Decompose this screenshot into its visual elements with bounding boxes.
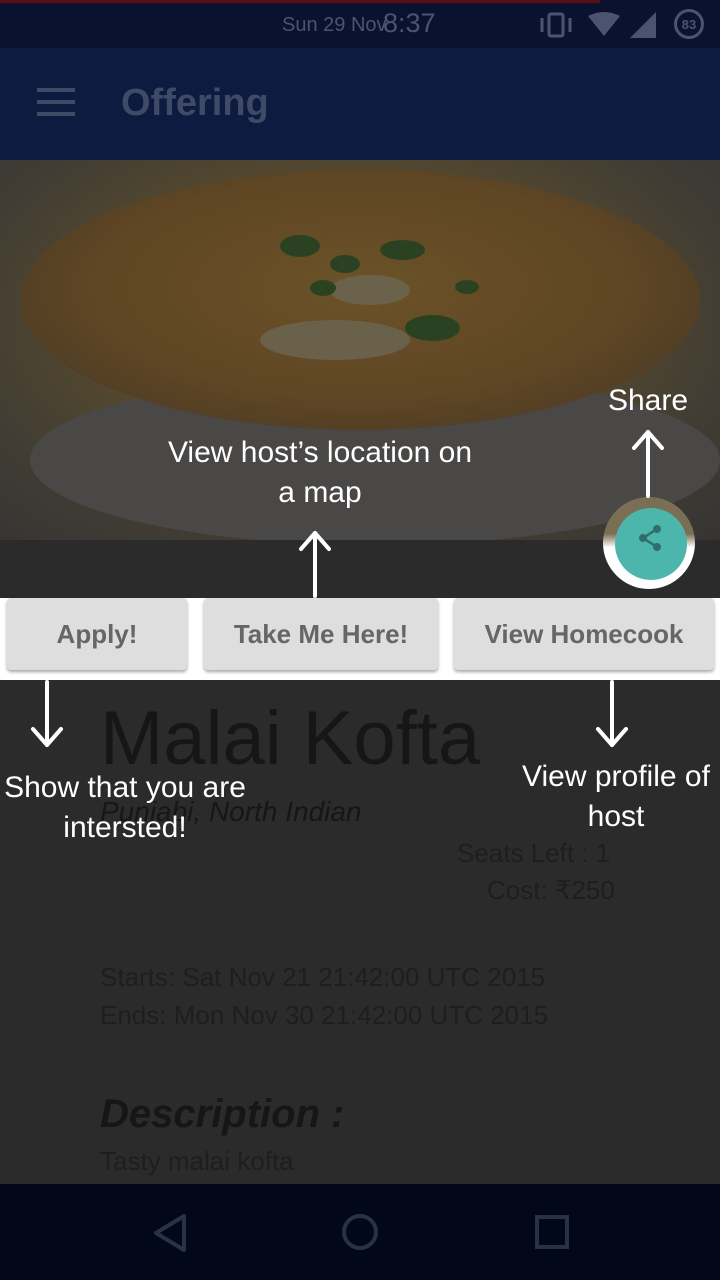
recents-icon[interactable]	[534, 1214, 570, 1250]
wifi-icon	[588, 12, 620, 36]
coach-profile-line1: View profile of	[522, 760, 710, 793]
coach-profile: View profile of host	[512, 757, 720, 837]
coach-apply: Show that you are intersted!	[0, 768, 250, 848]
cost: Cost: ₹250	[487, 875, 615, 905]
view-homecook-button[interactable]: View Homecook	[454, 598, 714, 670]
app-bar: Offering	[0, 48, 720, 160]
status-bar: Sun 29 Nov 8:37 83	[0, 0, 720, 48]
description-text: Tasty malai kofta	[100, 1146, 294, 1176]
home-icon[interactable]	[340, 1212, 380, 1252]
share-icon	[639, 525, 661, 551]
coach-location-line2: a map	[278, 476, 362, 509]
take-me-here-button[interactable]: Take Me Here!	[204, 598, 438, 670]
description-heading: Description :	[100, 1092, 345, 1136]
start-time: Starts: Sat Nov 21 21:42:00 UTC 2015	[100, 962, 546, 992]
seats-left: Seats Left : 1	[457, 838, 611, 868]
coach-profile-line2: host	[587, 800, 645, 833]
coach-apply-line2: intersted!	[63, 811, 187, 844]
battery-level: 83	[681, 16, 697, 32]
coach-apply-line1: Show that you are	[4, 771, 246, 804]
battery-icon: 83	[674, 9, 704, 39]
status-time: 8:37	[383, 8, 436, 38]
page-title: Offering	[121, 82, 269, 124]
vibrate-icon	[540, 12, 572, 38]
status-date: Sun 29 Nov	[282, 14, 387, 36]
coach-share: Share	[607, 384, 689, 417]
action-buttons: Apply! Take Me Here! View Homecook	[0, 598, 720, 680]
back-icon[interactable]	[150, 1212, 190, 1254]
end-time: Ends: Mon Nov 30 21:42:00 UTC 2015	[100, 1000, 549, 1030]
hamburger-menu-icon[interactable]	[37, 88, 75, 118]
share-button[interactable]	[615, 508, 687, 580]
signal-icon	[630, 12, 656, 38]
coach-location-line1: View host’s location on	[167, 436, 473, 469]
coach-location: View host’s location on a map	[140, 433, 500, 513]
apply-button[interactable]: Apply!	[7, 598, 187, 670]
navigation-bar	[0, 1184, 720, 1280]
